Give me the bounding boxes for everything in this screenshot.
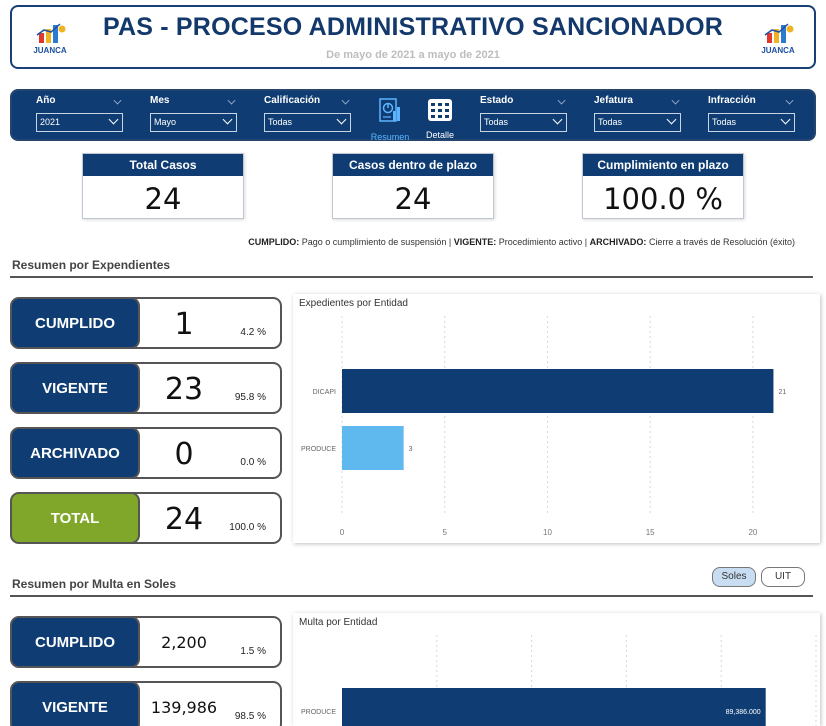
chevron-down-icon <box>780 114 791 125</box>
logo-chart-icon <box>764 23 794 43</box>
infraccion-select[interactable]: Todas <box>708 113 795 132</box>
bar-dicapi <box>342 369 774 413</box>
mes-select[interactable]: Mayo <box>150 113 237 132</box>
x-tick-label: 15 <box>646 528 655 537</box>
section-title-expedientes: Resumen por Expendientes <box>12 258 171 272</box>
report-icon <box>379 98 400 122</box>
chart-multa-por-entidad: Multa por Entidad PRODUCE 89,386.000 <box>293 613 820 726</box>
status-label-vigente: VIGENTE <box>10 681 140 726</box>
category-label: PRODUCE <box>301 709 336 716</box>
data-label: 21 <box>778 389 786 396</box>
chevron-down-icon <box>666 114 677 125</box>
juanca-logo-right: JUANCA <box>758 21 798 55</box>
filter-infraccion[interactable]: Infracción Todas <box>708 95 795 132</box>
status-label-total: TOTAL <box>10 492 140 544</box>
kpi-total-casos: Total Casos 24 <box>82 153 244 219</box>
card-vigente-multa: 139,986 98.5 % VIGENTE <box>10 681 282 726</box>
table-icon <box>428 99 452 121</box>
card-archivado-expedientes: 0 0.0 % ARCHIVADO <box>10 427 282 479</box>
x-tick-label: 10 <box>543 528 552 537</box>
data-label: 89,386.000 <box>726 709 761 716</box>
expedientes-bar-chart: 0 5 10 15 20 DICAPI 21 PRODUCE 3 <box>301 316 786 537</box>
filter-anio[interactable]: Año 2021 <box>36 95 123 132</box>
filter-mes[interactable]: Mes Mayo <box>150 95 237 132</box>
uit-toggle-button[interactable]: UIT <box>761 567 805 587</box>
bar-produce <box>342 688 766 726</box>
report-header: JUANCA PAS - PROCESO ADMINISTRATIVO SANC… <box>10 5 816 69</box>
detalle-nav-button[interactable]: Detalle <box>420 97 460 140</box>
chevron-down-icon <box>108 114 119 125</box>
filter-estado[interactable]: Estado Todas <box>480 95 567 132</box>
card-vigente-expedientes: 23 95.8 % VIGENTE <box>10 362 282 414</box>
filter-bar: Año 2021 Mes Mayo Calificación Todas Res… <box>10 89 816 142</box>
chart-expedientes-por-entidad: Expedientes por Entidad 0 5 10 15 20 DICAPI 21… <box>293 294 820 543</box>
jefatura-select[interactable]: Todas <box>594 113 681 132</box>
chevron-down-icon <box>552 114 563 125</box>
card-cumplido-expedientes: 1 4.2 % CUMPLIDO <box>10 297 282 349</box>
x-tick-label: 20 <box>748 528 757 537</box>
anio-select[interactable]: 2021 <box>36 113 123 132</box>
kpi-casos-dentro-plazo: Casos dentro de plazo 24 <box>332 153 494 219</box>
x-tick-label: 0 <box>340 528 345 537</box>
category-label: DICAPI <box>313 389 336 396</box>
status-label-cumplido: CUMPLIDO <box>10 297 140 349</box>
chevron-down-icon <box>336 114 347 125</box>
chevron-down-icon <box>222 114 233 125</box>
card-total-expedientes: 24 100.0 % TOTAL <box>10 492 282 544</box>
filter-jefatura[interactable]: Jefatura Todas <box>594 95 681 132</box>
status-label-cumplido: CUMPLIDO <box>10 616 140 668</box>
status-label-archivado: ARCHIVADO <box>10 427 140 479</box>
date-range-subtitle: De mayo de 2021 a mayo de 2021 <box>326 49 500 61</box>
kpi-cumplimiento-plazo: Cumplimiento en plazo 100.0 % <box>582 153 744 219</box>
estado-select[interactable]: Todas <box>480 113 567 132</box>
status-legend-note: CUMPLIDO: Pago o cumplimiento de suspens… <box>248 237 795 247</box>
x-tick-label: 5 <box>443 528 448 537</box>
page-title: PAS - PROCESO ADMINISTRATIVO SANCIONADOR <box>102 13 724 41</box>
status-label-vigente: VIGENTE <box>10 362 140 414</box>
multa-bar-chart: PRODUCE 89,386.000 <box>301 635 817 726</box>
soles-toggle-button[interactable]: Soles <box>712 567 756 587</box>
filter-calificacion[interactable]: Calificación Todas <box>264 95 351 132</box>
card-cumplido-multa: 2,200 1.5 % CUMPLIDO <box>10 616 282 668</box>
data-label: 3 <box>409 446 413 453</box>
calificacion-select[interactable]: Todas <box>264 113 351 132</box>
section-divider <box>10 276 813 278</box>
section-title-multa: Resumen por Multa en Soles <box>12 577 177 591</box>
resumen-nav-button[interactable]: Resumen <box>370 97 410 142</box>
section-divider <box>10 595 813 597</box>
category-label: PRODUCE <box>301 446 336 453</box>
bar-produce <box>342 426 404 470</box>
